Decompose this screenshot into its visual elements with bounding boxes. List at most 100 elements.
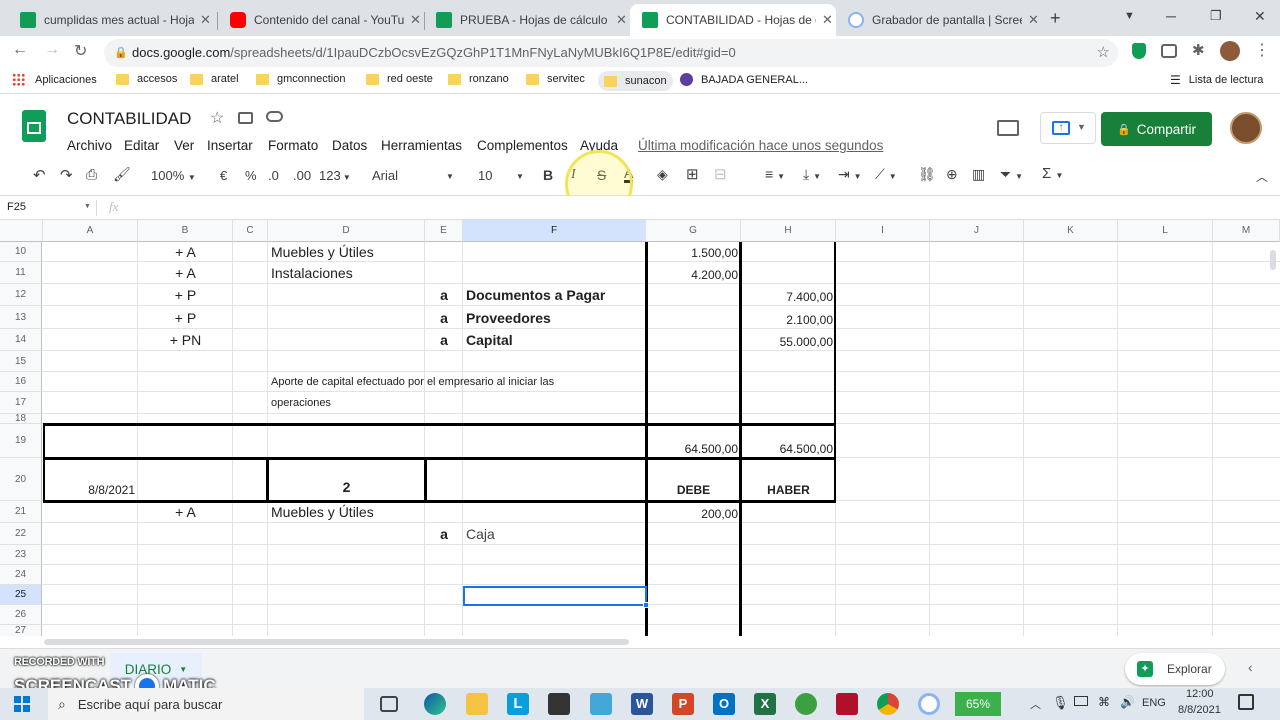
chevron-down-icon[interactable]: ▼ bbox=[84, 203, 91, 210]
vertical-align-icon[interactable]: ⤓ ▼ bbox=[803, 166, 821, 183]
text-wrap-icon[interactable]: ⇥ ▼ bbox=[838, 166, 862, 183]
powerpoint-icon[interactable]: P bbox=[672, 693, 694, 715]
cell-d11[interactable]: Instalaciones bbox=[271, 262, 422, 284]
language-indicator[interactable]: ENG bbox=[1142, 697, 1166, 709]
new-tab-icon[interactable]: + bbox=[1050, 8, 1061, 29]
column-header-f[interactable]: F bbox=[463, 220, 646, 242]
cell-d16[interactable]: Aporte de capital efectuado por el empre… bbox=[271, 372, 631, 392]
file-explorer-icon[interactable] bbox=[466, 693, 488, 715]
print-icon[interactable]: ⎙ bbox=[86, 166, 97, 183]
text-rotation-icon[interactable]: ⟋ ▼ bbox=[875, 166, 897, 183]
bookmark-bajada-general[interactable]: BAJADA GENERAL... bbox=[680, 73, 808, 86]
task-view-icon[interactable] bbox=[380, 696, 398, 712]
row-header-23[interactable]: 23 bbox=[0, 545, 42, 565]
column-header-b[interactable]: B bbox=[138, 220, 233, 242]
bookmark-apps[interactable]: Aplicaciones bbox=[12, 73, 97, 86]
menu-archivo[interactable]: Archivo bbox=[67, 138, 112, 153]
row-header-18[interactable]: 18 bbox=[0, 413, 42, 424]
borders-icon[interactable]: ⊞ bbox=[686, 165, 699, 183]
percent-button[interactable]: % bbox=[245, 168, 257, 183]
cell-d20[interactable]: 2 bbox=[271, 458, 422, 501]
browser-tab-2[interactable]: Contenido del canal - YouTube ✕ bbox=[218, 4, 424, 36]
row-header-27[interactable]: 27 bbox=[0, 625, 42, 636]
cell-g11[interactable]: 4.200,00 bbox=[649, 262, 738, 284]
row-header-10[interactable]: 10 bbox=[0, 242, 42, 262]
share-button[interactable]: 🔒 Compartir bbox=[1101, 112, 1212, 146]
select-all-corner[interactable] bbox=[0, 220, 43, 242]
minimize-icon[interactable]: ─ bbox=[1166, 8, 1176, 24]
row-header-11[interactable]: 11 bbox=[0, 262, 42, 284]
cell-f14[interactable]: Capital bbox=[466, 329, 643, 351]
menu-herramientas[interactable]: Herramientas bbox=[381, 138, 462, 153]
column-header-k[interactable]: K bbox=[1024, 220, 1118, 242]
currency-button[interactable]: € bbox=[220, 168, 227, 183]
tab-search-icon[interactable]: ▼ bbox=[1124, 10, 1135, 22]
clock-date[interactable]: 8/8/2021 bbox=[1178, 704, 1221, 716]
app-icon[interactable] bbox=[590, 693, 612, 715]
bookmark-accesos[interactable]: accesos bbox=[116, 73, 177, 85]
battery-icon[interactable] bbox=[1074, 696, 1088, 706]
comments-icon[interactable] bbox=[997, 120, 1019, 136]
browser-tab-5[interactable]: Grabador de pantalla | Screen ✕ bbox=[836, 4, 1042, 36]
font-size-select[interactable]: 10 bbox=[478, 168, 492, 183]
menu-editar[interactable]: Editar bbox=[124, 138, 159, 153]
column-header-c[interactable]: C bbox=[233, 220, 268, 242]
cell-g10[interactable]: 1.500,00 bbox=[649, 242, 738, 262]
close-icon[interactable]: ✕ bbox=[410, 12, 421, 28]
bookmark-star-icon[interactable]: ☆ bbox=[1097, 39, 1110, 67]
cell-f12[interactable]: Documentos a Pagar bbox=[466, 284, 643, 306]
excel-icon[interactable]: X bbox=[754, 693, 776, 715]
column-header-m[interactable]: M bbox=[1213, 220, 1280, 242]
paint-format-icon[interactable]: 🖌 bbox=[113, 166, 131, 183]
row-header-12[interactable]: 12 bbox=[0, 284, 42, 306]
cell-b11[interactable]: + A bbox=[141, 262, 230, 284]
reading-list[interactable]: ☰ Lista de lectura bbox=[1170, 73, 1263, 87]
cell-g19[interactable]: 64.500,00 bbox=[649, 424, 738, 458]
bold-button[interactable]: B bbox=[543, 167, 553, 183]
star-icon[interactable]: ☆ bbox=[210, 108, 224, 128]
camera-extension-icon[interactable] bbox=[1161, 44, 1177, 58]
cell-b13[interactable]: + P bbox=[141, 306, 230, 329]
insert-comment-icon[interactable]: ⊕ bbox=[946, 166, 958, 183]
cell-d17[interactable]: operaciones bbox=[271, 392, 631, 414]
present-button[interactable]: ↑ ▼ bbox=[1040, 112, 1096, 144]
chevron-down-icon[interactable]: ▼ bbox=[446, 172, 454, 181]
browser-icon[interactable] bbox=[795, 693, 817, 715]
cell-a20[interactable]: 8/8/2021 bbox=[46, 458, 135, 501]
row-header-22[interactable]: 22 bbox=[0, 523, 42, 545]
cell-f22[interactable]: Caja bbox=[466, 523, 643, 545]
more-formats-select[interactable]: 123 ▼ bbox=[319, 168, 351, 183]
filter-icon[interactable]: ⏷ ▼ bbox=[1000, 166, 1023, 183]
side-panel-toggle-icon[interactable]: ‹ bbox=[1248, 659, 1253, 675]
extensions-icon[interactable]: ✱ bbox=[1192, 41, 1205, 59]
cell-e22[interactable]: a bbox=[428, 523, 460, 545]
menu-ver[interactable]: Ver bbox=[174, 138, 194, 153]
cell-f13[interactable]: Proveedores bbox=[466, 306, 643, 329]
close-icon[interactable]: ✕ bbox=[1028, 12, 1039, 28]
bookmark-ronzano[interactable]: ronzano bbox=[448, 73, 509, 85]
column-header-i[interactable]: I bbox=[836, 220, 930, 242]
cell-e12[interactable]: a bbox=[428, 284, 460, 306]
row-header-17[interactable]: 17 bbox=[0, 392, 42, 414]
bookmark-aratel[interactable]: aratel bbox=[190, 73, 239, 85]
volume-icon[interactable]: 🔊 bbox=[1120, 695, 1135, 709]
profile-avatar[interactable] bbox=[1220, 41, 1240, 61]
window-close-icon[interactable]: ✕ bbox=[1254, 8, 1266, 25]
taskbar-search[interactable]: ⌕ Escribe aquí para buscar bbox=[48, 688, 364, 720]
selected-cell[interactable] bbox=[463, 586, 649, 608]
clock-time[interactable]: 12:00 bbox=[1186, 688, 1214, 700]
bookmark-gmconnection[interactable]: gmconnection bbox=[256, 73, 346, 85]
collapse-toolbar-icon[interactable]: ︿ bbox=[1256, 168, 1268, 185]
row-header-20[interactable]: 20 bbox=[0, 458, 42, 501]
cell-h13[interactable]: 2.100,00 bbox=[744, 306, 833, 329]
vertical-scrollbar[interactable] bbox=[1270, 250, 1276, 270]
app-red-icon[interactable] bbox=[836, 693, 858, 715]
row-header-13[interactable]: 13 bbox=[0, 306, 42, 329]
forward-icon[interactable]: → bbox=[44, 41, 60, 59]
sheets-logo-icon[interactable] bbox=[22, 110, 46, 142]
column-header-j[interactable]: J bbox=[930, 220, 1024, 242]
microphone-icon[interactable]: 🎙 bbox=[1052, 695, 1069, 711]
browser-menu-icon[interactable]: ⋮ bbox=[1254, 40, 1270, 60]
store-icon[interactable] bbox=[548, 693, 570, 715]
column-header-g[interactable]: G bbox=[646, 220, 741, 242]
